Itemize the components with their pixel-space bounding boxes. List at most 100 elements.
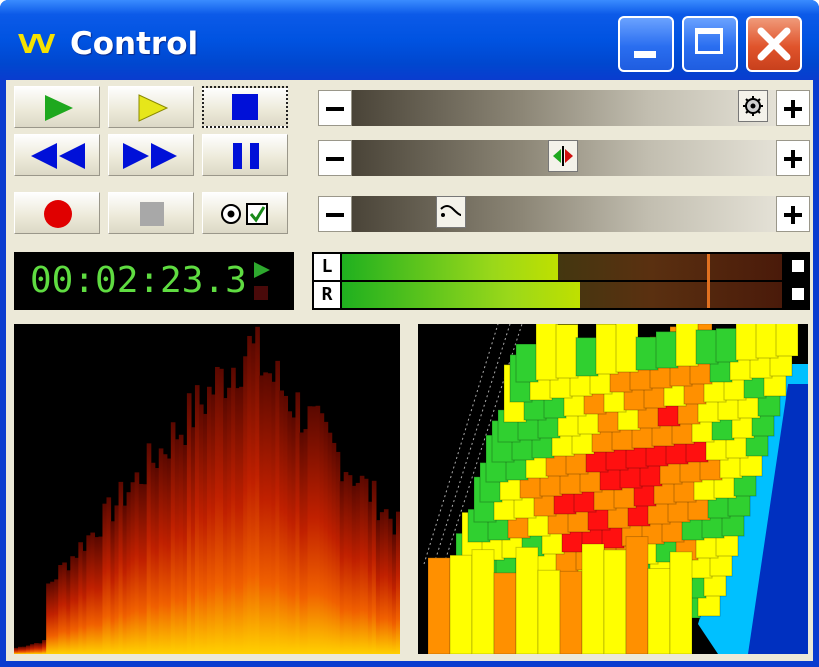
minimize-button[interactable] [618,16,674,72]
spectrum-column [449,554,473,654]
spectrum-block [715,327,739,363]
fast-forward-icon [123,143,177,169]
spectrogram-column [126,492,132,654]
spectrogram-column [190,427,196,654]
peak-marker [707,254,711,308]
right-level-bar [342,282,580,308]
spectrogram-column [335,451,341,654]
spectrum-column [603,549,627,654]
spectrogram-column [279,390,284,654]
spectrogram-column [94,537,100,654]
record-button[interactable] [14,192,100,234]
minus-button[interactable] [318,196,352,232]
3d-spectrum[interactable] [418,324,808,654]
spectrogram-column [30,644,35,654]
spectrogram-column [331,442,337,654]
settings-slider[interactable] [312,86,810,128]
spectrogram-column [387,518,393,654]
meter-dot[interactable] [792,288,804,300]
rewind-button[interactable] [14,134,100,176]
spectrogram-column [367,501,373,654]
fast-forward-button[interactable] [108,134,194,176]
left-channel-label: L [314,254,340,280]
slider-thumb[interactable] [436,196,466,228]
level-meter: L R [312,252,810,310]
pause-button[interactable] [202,134,288,176]
spectrogram-column [150,462,156,654]
spectrum-block [595,324,619,375]
tempo-slider[interactable] [312,192,810,234]
balance-slider[interactable] [312,136,810,178]
spectrogram-column [78,542,83,654]
spectrogram-graphic [14,326,400,654]
minus-button[interactable] [318,140,352,176]
spectrogram-column [375,520,381,654]
play-button[interactable] [14,86,100,128]
options-button[interactable] [202,192,288,234]
spectrogram-column [323,421,329,654]
spectrogram-column [174,439,180,654]
spectrogram-column [255,326,260,654]
spectrogram-column [395,511,400,654]
plus-button[interactable] [776,140,810,176]
spectrogram-column [207,386,212,654]
spectrogram-column [158,448,164,654]
right-channel-label: R [314,282,340,308]
spectrogram-column [271,381,276,654]
spectrogram-column [50,581,55,654]
spectrum-column [669,551,693,654]
slider-thumb[interactable] [548,140,578,172]
spectrogram-column [62,562,67,654]
meter-dot[interactable] [792,260,804,272]
spectrum-column [515,546,539,654]
plus-button[interactable] [776,90,810,126]
spectrum-block [675,324,699,367]
spectrogram-column [227,387,232,654]
record-indicator-icon [254,286,268,300]
spectrogram-column [54,579,59,654]
spectrogram-column [186,393,192,654]
spectrogram-column [38,643,43,654]
slider-track[interactable] [352,90,776,126]
spectrum-block [575,337,599,377]
spectrogram-column [291,417,297,654]
spectrum-column [647,568,671,654]
spectrogram-column [170,422,176,654]
play-alt-button[interactable] [108,86,194,128]
spectrogram-column [379,512,385,654]
spectrum-block [635,336,659,371]
spectrogram-column [82,550,87,654]
spectrum-block [555,324,579,379]
spectrogram-column [154,468,160,654]
spectrogram-column [263,372,268,654]
time-text: 00:02:23.3 [30,260,247,301]
square-button[interactable] [108,192,194,234]
spectrum-block [735,324,759,361]
spectrogram-column [178,434,184,654]
spectrogram-column [14,647,19,654]
minus-button[interactable] [318,90,352,126]
spectrogram-column [219,368,224,654]
plus-button[interactable] [776,196,810,232]
maximize-button[interactable] [682,16,738,72]
spectrogram-column [162,454,168,654]
spectrogram[interactable] [14,324,400,654]
spectrogram-column [122,505,128,654]
spectrogram-column [118,481,124,654]
spectrogram-column [58,565,63,654]
spectrogram-column [239,386,244,654]
close-button[interactable] [746,16,802,72]
spectrogram-column [70,556,75,654]
stop-button[interactable] [202,86,288,128]
slider-track[interactable] [352,196,776,232]
spectrogram-column [307,406,313,654]
slider-thumb[interactable] [738,90,768,122]
title-bar[interactable]: VV Control [0,0,819,80]
spectrogram-column [319,413,325,654]
spectrum-column [625,536,649,654]
spectrogram-column [371,480,377,654]
spectrogram-column [247,335,252,654]
spectrogram-column [275,360,280,654]
stop-icon [232,94,258,120]
spectrogram-column [315,405,321,654]
